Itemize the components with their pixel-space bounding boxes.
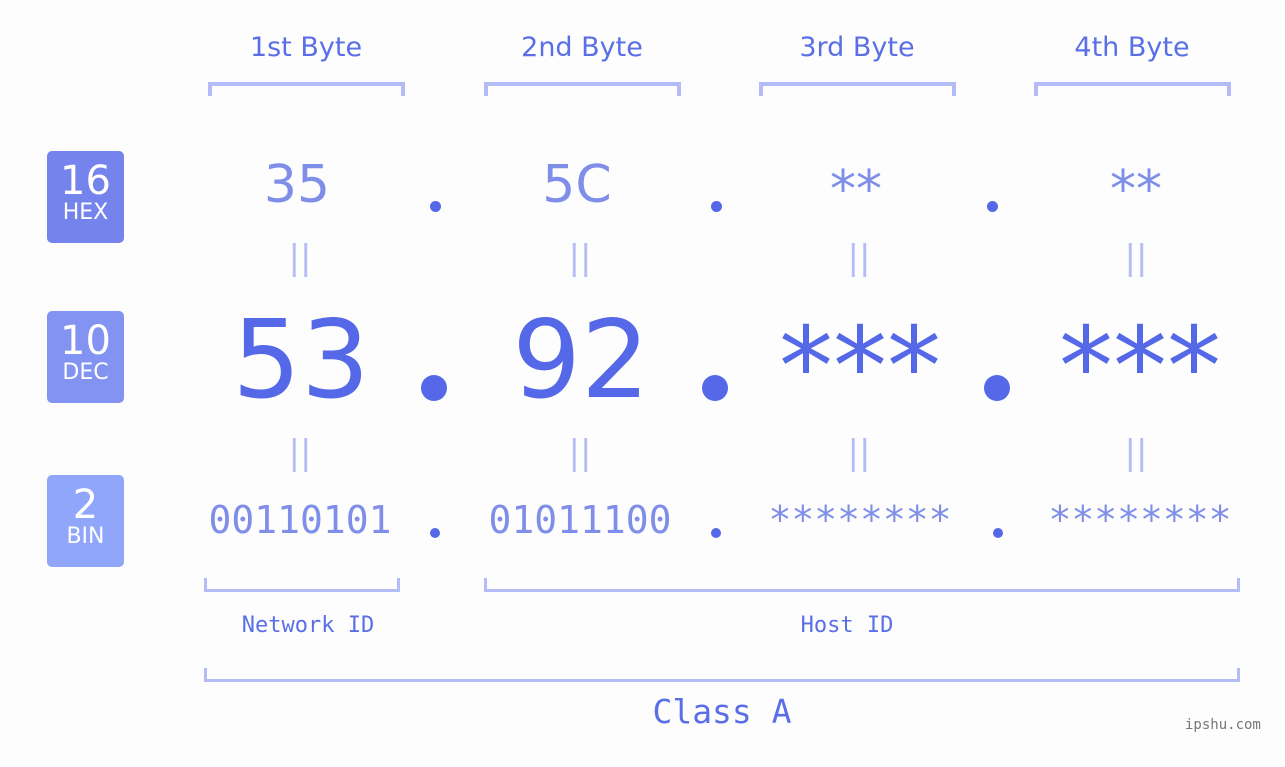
- bin-octet-4: ********: [1048, 498, 1232, 542]
- hex-octet-3: **: [830, 160, 882, 220]
- bin-separator-dot: [430, 528, 440, 538]
- hex-badge-base: 16: [60, 158, 111, 204]
- hex-octet-1: 35: [263, 155, 331, 215]
- hex-octet-2: 5C: [542, 155, 612, 215]
- equals-sign: ||: [568, 238, 592, 278]
- byte-header-2: 2nd Byte: [521, 32, 643, 63]
- hex-separator-dot: [987, 201, 998, 212]
- class-label: Class A: [652, 692, 792, 731]
- dec-badge: 10 DEC: [47, 311, 124, 403]
- hex-badge: 16 HEX: [47, 151, 124, 243]
- hex-octet-4: **: [1110, 160, 1162, 220]
- bin-octet-2: 01011100: [488, 498, 672, 542]
- byte-bracket-3: [759, 82, 956, 96]
- dec-octet-4: ***: [1059, 305, 1221, 430]
- dec-octet-2: 92: [512, 298, 650, 423]
- bin-badge-label: BIN: [66, 524, 105, 549]
- bin-separator-dot: [711, 528, 721, 538]
- bin-separator-dot: [993, 528, 1003, 538]
- byte-header-4: 4th Byte: [1074, 32, 1190, 63]
- watermark: ipshu.com: [1185, 717, 1261, 733]
- bin-octet-1: 00110101: [208, 498, 392, 542]
- dec-octet-1: 53: [232, 298, 370, 423]
- hex-badge-label: HEX: [62, 200, 109, 225]
- hex-separator-dot: [711, 201, 722, 212]
- dec-separator-dot: [984, 375, 1010, 401]
- bin-octet-3: ********: [768, 498, 952, 542]
- byte-bracket-1: [208, 82, 405, 96]
- dec-octet-3: ***: [779, 305, 941, 430]
- byte-bracket-2: [484, 82, 681, 96]
- host-id-label: Host ID: [800, 613, 894, 638]
- host-id-bracket: [484, 578, 1240, 592]
- bin-badge: 2 BIN: [47, 475, 124, 567]
- byte-bracket-4: [1034, 82, 1231, 96]
- network-id-label: Network ID: [241, 613, 375, 638]
- dec-separator-dot: [702, 375, 728, 401]
- network-id-bracket: [204, 578, 400, 592]
- equals-sign: ||: [847, 433, 871, 473]
- equals-sign: ||: [1124, 238, 1148, 278]
- hex-separator-dot: [430, 201, 441, 212]
- byte-header-3: 3rd Byte: [799, 32, 915, 63]
- bin-badge-base: 2: [72, 482, 99, 528]
- dec-badge-label: DEC: [62, 360, 109, 385]
- byte-header-1: 1st Byte: [249, 32, 363, 63]
- equals-sign: ||: [1124, 433, 1148, 473]
- equals-sign: ||: [568, 433, 592, 473]
- equals-sign: ||: [288, 238, 312, 278]
- dec-badge-base: 10: [60, 318, 111, 364]
- dec-separator-dot: [421, 375, 447, 401]
- equals-sign: ||: [847, 238, 871, 278]
- class-bracket: [204, 668, 1240, 682]
- equals-sign: ||: [288, 433, 312, 473]
